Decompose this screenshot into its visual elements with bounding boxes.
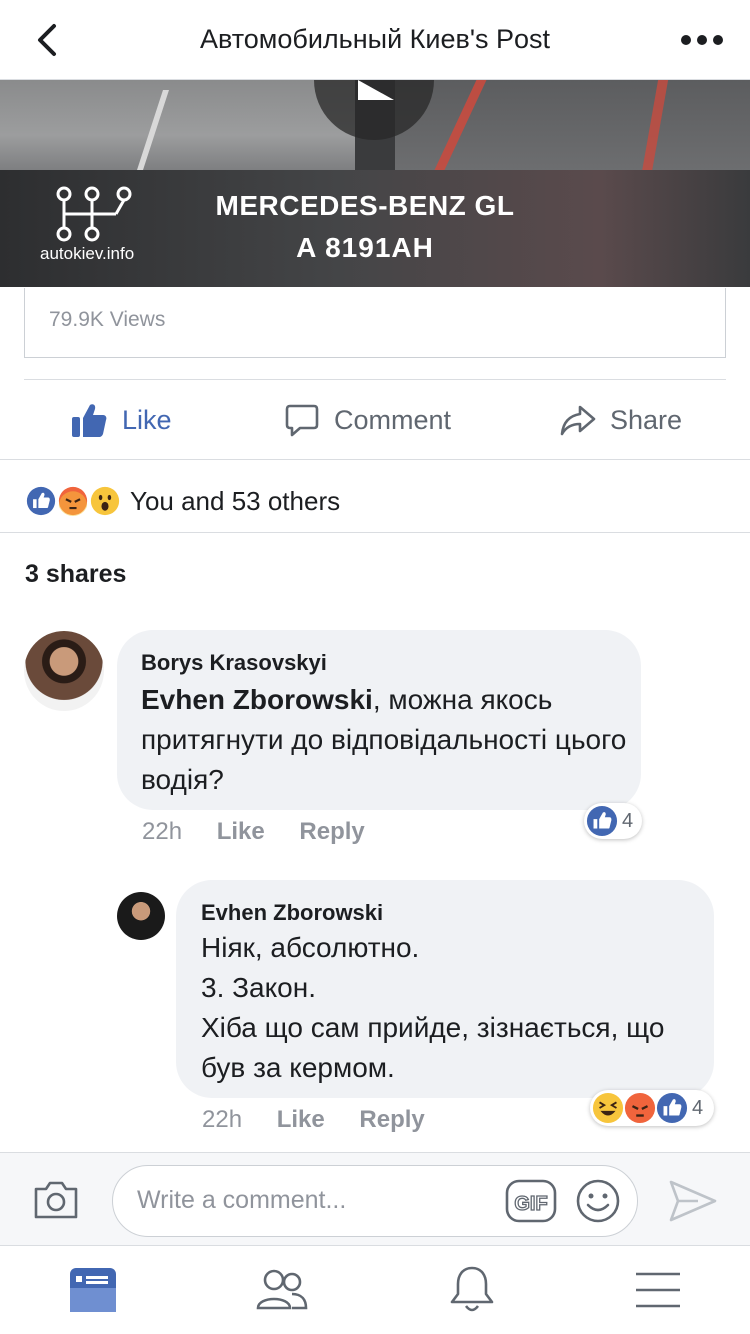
comment-time: 22h (142, 818, 183, 845)
comment-text: Ніяк, абсолютно. 3. Закон. Хіба що сам п… (201, 928, 701, 1088)
reactions-summary[interactable]: You and 53 others (130, 486, 340, 517)
comment-composer: Write a comment... GIF (0, 1152, 750, 1246)
share-label: Share (610, 404, 683, 435)
comment-author[interactable]: Evhen Zborowski (201, 900, 383, 926)
menu-tab-icon[interactable] (628, 1264, 688, 1316)
comment-line: Ніяк, абсолютно. (201, 932, 420, 963)
comment-reactions[interactable]: 4 (584, 803, 642, 839)
send-icon[interactable] (668, 1179, 718, 1223)
wow-reaction-icon (88, 484, 122, 518)
comment-line: Хіба що сам прийде, зізнається, що був з… (201, 1012, 665, 1083)
divider (24, 379, 726, 380)
haha-reaction-icon (592, 1092, 624, 1124)
news-feed-tab-icon[interactable] (64, 1264, 124, 1316)
friends-tab-icon[interactable] (252, 1264, 312, 1316)
comment-bubble: Evhen Zborowski Ніяк, абсолютно. 3. Зако… (176, 880, 714, 1098)
comment-like-button[interactable]: Like (277, 1106, 325, 1133)
comment-icon (285, 404, 319, 437)
bottom-tab-bar (0, 1246, 750, 1334)
comment-input[interactable]: Write a comment... GIF (112, 1165, 638, 1237)
more-options-icon[interactable] (680, 30, 724, 50)
divider (0, 459, 750, 460)
notifications-tab-icon[interactable] (442, 1264, 502, 1316)
comment-reply-button[interactable]: Reply (299, 818, 364, 845)
video-views-box: 79.9K Views (24, 288, 726, 358)
comment-reactions[interactable]: 4 (590, 1090, 714, 1126)
shares-count[interactable]: 3 shares (25, 560, 126, 589)
avatar[interactable] (117, 892, 165, 940)
comment-meta: 22h Like Reply (202, 1106, 453, 1134)
comment-button[interactable]: Comment (284, 398, 451, 442)
angry-reaction-icon (56, 484, 90, 518)
page-title: Автомобильный Киев's Post (199, 24, 551, 54)
comment-text: Evhen Zborowski, можна якось притягнути … (141, 680, 631, 800)
like-label: Like (122, 404, 172, 435)
play-icon (358, 80, 394, 100)
reaction-icons[interactable] (24, 484, 124, 518)
comment-input-placeholder: Write a comment... (137, 1186, 347, 1214)
thumbs-up-icon (72, 404, 107, 437)
comment-time: 22h (202, 1106, 243, 1133)
video-plate-number: A 8191AH (296, 232, 434, 263)
like-reaction-icon (656, 1092, 688, 1124)
reaction-count: 4 (622, 810, 634, 832)
like-button[interactable]: Like (70, 398, 172, 442)
emoji-icon[interactable] (575, 1178, 621, 1224)
divider (0, 532, 750, 533)
comment-mention[interactable]: Evhen Zborowski (141, 684, 373, 715)
views-count: 79.9K Views (49, 308, 166, 331)
top-nav-bar: Автомобильный Киев's Post (0, 0, 750, 80)
like-reaction-icon (24, 484, 58, 518)
camera-icon[interactable] (32, 1179, 80, 1221)
comment-author[interactable]: Borys Krasovskyi (141, 650, 327, 676)
comment-bubble: Borys Krasovskyi Evhen Zborowski, можна … (117, 630, 641, 810)
video-car-model: MERCEDES-BENZ GL (215, 190, 515, 221)
avatar[interactable] (24, 631, 104, 711)
gif-label: GIF (514, 1193, 547, 1215)
share-button[interactable]: Share (560, 398, 682, 442)
comment-label: Comment (334, 404, 452, 435)
comment-meta: 22h Like Reply (142, 818, 393, 846)
gif-button[interactable]: GIF (505, 1178, 557, 1224)
comment-like-button[interactable]: Like (217, 818, 265, 845)
video-frame-left (0, 80, 355, 172)
like-reaction-icon (586, 805, 618, 837)
angry-reaction-icon (624, 1092, 656, 1124)
comment-line: 3. Закон. (201, 972, 316, 1003)
reaction-count: 4 (692, 1097, 704, 1119)
share-icon (560, 405, 596, 436)
comment-reply-button[interactable]: Reply (359, 1106, 424, 1133)
